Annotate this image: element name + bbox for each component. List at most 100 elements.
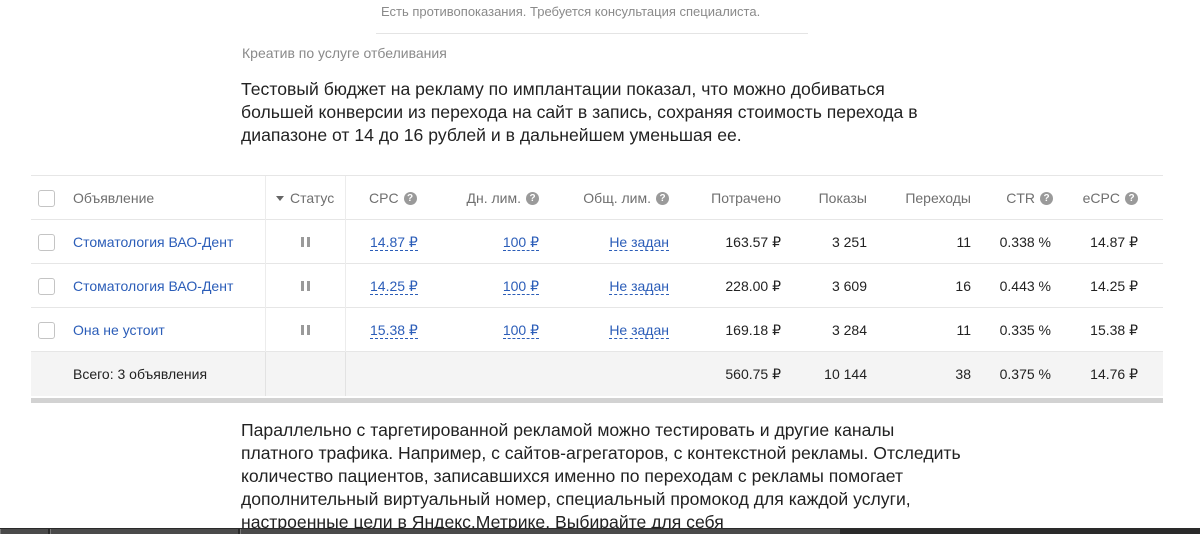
status-cell: [265, 264, 345, 308]
daily-limit-edit[interactable]: 100 ₽: [502, 322, 539, 339]
header-ecpc[interactable]: eCPC ?: [1061, 176, 1138, 220]
header-daily-limit-label: Дн. лим.: [466, 190, 522, 206]
column-separator: [345, 308, 346, 352]
header-impressions[interactable]: Показы: [791, 176, 867, 220]
question-circle-icon[interactable]: ?: [1125, 191, 1138, 205]
row-checkbox[interactable]: [38, 233, 55, 251]
pause-icon[interactable]: [300, 325, 310, 335]
impressions-value: 3 284: [831, 322, 867, 338]
daily-limit-edit[interactable]: 100 ₽: [502, 278, 539, 295]
pause-icon[interactable]: [300, 237, 310, 247]
total-limit-edit[interactable]: Не задан: [609, 278, 669, 295]
total-ctr: 0.375 %: [999, 366, 1051, 382]
clicks-value: 11: [956, 234, 971, 250]
header-status[interactable]: Статус: [276, 176, 346, 220]
total-limit-cell: Не задан: [561, 308, 669, 352]
row-checkbox[interactable]: [38, 321, 55, 339]
column-separator: [345, 176, 346, 220]
daily-limit-edit[interactable]: 100 ₽: [502, 234, 539, 251]
ad-name-cell: Она не устоит: [73, 308, 165, 352]
pause-icon[interactable]: [300, 281, 310, 291]
taskbar-item[interactable]: [50, 529, 238, 534]
clicks-value: 16: [955, 278, 971, 294]
daily-limit-cell: 100 ₽: [451, 308, 539, 352]
total-clicks: 38: [955, 366, 971, 382]
ctr-value: 0.443 %: [999, 278, 1051, 294]
select-all-checkbox-cell: [38, 176, 58, 220]
cpc-edit[interactable]: 14.25 ₽: [370, 278, 418, 295]
status-cell: [265, 308, 345, 352]
row-checkbox[interactable]: [38, 277, 55, 295]
header-status-label: Статус: [290, 190, 335, 206]
impressions-value: 3 609: [831, 278, 867, 294]
total-limit-edit[interactable]: Не задан: [609, 322, 669, 339]
question-circle-icon[interactable]: ?: [526, 191, 539, 205]
column-separator: [265, 352, 266, 396]
ctr-value: 0.338 %: [999, 234, 1051, 250]
horizontal-scrollbar[interactable]: [31, 398, 1163, 403]
header-clicks[interactable]: Переходы: [881, 176, 971, 220]
table-row: Стоматология ВАО-Дент 14.87 ₽ 100 ₽ Не з…: [31, 220, 1163, 264]
ad-name-link[interactable]: Стоматология ВАО-Дент: [73, 234, 233, 250]
table-row: Она не устоит 15.38 ₽ 100 ₽ Не задан 169…: [31, 308, 1163, 352]
question-circle-icon[interactable]: ?: [656, 191, 669, 205]
paragraph-2: Параллельно с таргетированной рекламой м…: [241, 420, 961, 532]
spent-value: 228.00 ₽: [725, 277, 781, 294]
header-spent[interactable]: Потрачено: [681, 176, 781, 220]
ad-name-cell: Стоматология ВАО-Дент: [73, 264, 233, 308]
cpc-cell: 14.25 ₽: [370, 264, 418, 308]
column-separator: [345, 352, 346, 396]
ad-name-link[interactable]: Стоматология ВАО-Дент: [73, 278, 233, 294]
header-daily-limit[interactable]: Дн. лим. ?: [451, 176, 539, 220]
select-all-checkbox[interactable]: [38, 189, 55, 207]
header-ctr-label: CTR: [1006, 190, 1035, 206]
caption-divider: [376, 33, 808, 34]
header-cpc-label: CPC: [369, 190, 399, 206]
header-total-limit-label: Общ. лим.: [583, 190, 651, 206]
header-ecpc-label: eCPC: [1082, 190, 1120, 206]
row-checkbox-cell: [38, 220, 58, 264]
column-separator: [345, 264, 346, 308]
taskbar-item[interactable]: [0, 529, 48, 534]
impressions-value: 3 251: [831, 234, 867, 250]
total-limit-edit[interactable]: Не задан: [609, 234, 669, 251]
row-checkbox-cell: [38, 264, 58, 308]
sort-desc-icon: [276, 195, 284, 201]
total-label: Всего: 3 объявления: [73, 366, 208, 382]
header-cpc[interactable]: CPC ?: [369, 176, 417, 220]
table-row: Стоматология ВАО-Дент 14.25 ₽ 100 ₽ Не з…: [31, 264, 1163, 308]
ad-name-link[interactable]: Она не устоит: [73, 322, 165, 338]
question-circle-icon[interactable]: ?: [403, 191, 417, 205]
clicks-value: 11: [956, 322, 971, 338]
ecpc-value: 14.25 ₽: [1090, 277, 1138, 294]
image-caption: Есть противопоказания. Требуется консуль…: [381, 4, 761, 19]
cpc-edit[interactable]: 14.87 ₽: [370, 234, 418, 251]
ad-name-cell: Стоматология ВАО-Дент: [73, 220, 233, 264]
total-impressions: 10 144: [824, 366, 867, 382]
taskbar-item[interactable]: [240, 529, 840, 534]
cpc-cell: 15.38 ₽: [370, 308, 418, 352]
spent-value: 169.18 ₽: [725, 321, 781, 338]
column-separator: [345, 220, 346, 264]
header-name[interactable]: Объявление: [73, 176, 154, 220]
section-subtitle: Креатив по услуге отбеливания: [242, 45, 447, 61]
status-cell: [265, 220, 345, 264]
daily-limit-cell: 100 ₽: [451, 220, 539, 264]
question-circle-icon[interactable]: ?: [1040, 191, 1053, 205]
column-separator: [265, 176, 266, 220]
daily-limit-cell: 100 ₽: [451, 264, 539, 308]
cpc-edit[interactable]: 15.38 ₽: [370, 322, 418, 339]
ctr-value: 0.335 %: [999, 322, 1051, 338]
ads-stats-table: Объявление Статус CPC ? Дн. лим. ? Общ. …: [31, 175, 1163, 403]
total-spent: 560.75 ₽: [725, 365, 781, 382]
ecpc-value: 15.38 ₽: [1090, 321, 1138, 338]
total-limit-cell: Не задан: [561, 220, 669, 264]
header-total-limit[interactable]: Общ. лим. ?: [561, 176, 669, 220]
table-total-row: Всего: 3 объявления 560.75 ₽ 10 144 38 0…: [31, 352, 1163, 396]
table-header-row: Объявление Статус CPC ? Дн. лим. ? Общ. …: [31, 176, 1163, 220]
row-checkbox-cell: [38, 308, 58, 352]
header-ctr[interactable]: CTR ?: [981, 176, 1053, 220]
ecpc-value: 14.87 ₽: [1090, 233, 1138, 250]
cpc-cell: 14.87 ₽: [370, 220, 418, 264]
total-limit-cell: Не задан: [561, 264, 669, 308]
